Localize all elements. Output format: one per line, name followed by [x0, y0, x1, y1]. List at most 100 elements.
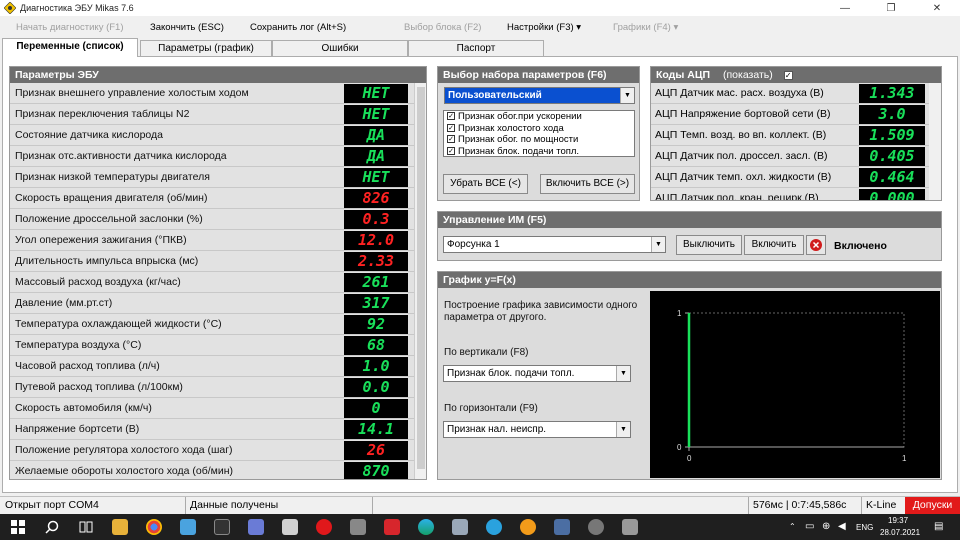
app-icon[interactable] — [248, 519, 264, 535]
parameter-row[interactable]: Напряжение бортсети (В) 14.1 — [10, 419, 416, 440]
restore-button[interactable]: ❐ — [868, 0, 914, 16]
network-icon[interactable]: ⊕ — [822, 521, 830, 532]
checkbox-icon[interactable]: ✓ — [447, 146, 455, 155]
parameter-row[interactable]: Температура охлаждающей жидкости (°С) 92 — [10, 314, 416, 335]
notifications-icon[interactable]: ▤ — [934, 521, 943, 532]
parameter-row[interactable]: Угол опережения зажигания (°ПКВ) 12.0 — [10, 230, 416, 251]
menu-start-diagnostics[interactable]: Начать диагностику (F1) — [16, 22, 124, 33]
parameter-row[interactable]: Положение регулятора холостого хода (шаг… — [10, 440, 416, 461]
parameter-name: Давление (мм.рт.ст) — [15, 297, 113, 309]
language-indicator[interactable]: ENG — [856, 523, 873, 532]
calculator-icon[interactable] — [452, 519, 468, 535]
battery-icon[interactable]: ▭ — [805, 521, 814, 532]
adc-row[interactable]: АЦП Датчик пол. кран. рецирк.(В) 0.000 — [651, 188, 931, 200]
adc-value: 0.405 — [859, 147, 925, 166]
parameter-row[interactable]: Скорость автомобиля (км/ч) 0 — [10, 398, 416, 419]
parameter-row[interactable]: Признак низкой температуры двигателя НЕТ — [10, 167, 416, 188]
edge-icon[interactable] — [418, 519, 434, 535]
checkbox-icon[interactable]: ✓ — [447, 112, 455, 121]
parameter-row[interactable]: Часовой расход топлива (л/ч) 1.0 — [10, 356, 416, 377]
menu-graphs[interactable]: Графики (F4) ▾ — [613, 22, 678, 33]
on-button[interactable]: Включить — [744, 235, 804, 255]
menu-finish[interactable]: Закончить (ESC) — [150, 22, 224, 33]
parameter-row[interactable]: Массовый расход воздуха (кг/час) 261 — [10, 272, 416, 293]
param-check-item[interactable]: ✓ Признак холостого хода — [444, 123, 634, 135]
parameter-row[interactable]: Желаемые обороты холостого хода (об/мин)… — [10, 461, 416, 479]
stop-icon[interactable] — [806, 235, 826, 255]
parameter-row[interactable]: Скорость вращения двигателя (об/мин) 826 — [10, 188, 416, 209]
param-set-select[interactable]: Пользовательский ▼ — [444, 87, 635, 104]
parameter-row[interactable]: Признак отс.активности датчика кислорода… — [10, 146, 416, 167]
menu-block-select[interactable]: Выбор блока (F2) — [404, 22, 481, 33]
tab-variables-list[interactable]: Переменные (список) — [2, 38, 138, 57]
vertical-select[interactable]: Признак блок. подачи топл. ▼ — [443, 365, 631, 382]
chevron-down-icon[interactable]: ▼ — [651, 237, 665, 252]
app-icon[interactable] — [622, 519, 638, 535]
off-button[interactable]: Выключить — [676, 235, 742, 255]
app-icon[interactable] — [554, 519, 570, 535]
horizontal-select[interactable]: Признак нал. неиспр. ▼ — [443, 421, 631, 438]
terminal-icon[interactable] — [214, 519, 230, 535]
app-icon[interactable] — [520, 519, 536, 535]
volume-icon[interactable]: ◀ — [838, 521, 846, 532]
status-alerts[interactable]: Допуски — [905, 497, 960, 515]
app-icon[interactable] — [350, 519, 366, 535]
parameter-name: Признак низкой температуры двигателя — [15, 171, 210, 183]
app-icon[interactable] — [282, 519, 298, 535]
menu-save-log[interactable]: Сохранить лог (Alt+S) — [250, 22, 346, 33]
adc-row[interactable]: АЦП Темп. возд. во вп. коллект. (В) 1.509 — [651, 125, 931, 146]
ecu-parameters-title: Параметры ЭБУ — [10, 67, 426, 83]
param-check-item[interactable]: ✓ Признак блок. подачи топл. — [444, 146, 634, 156]
parameter-row[interactable]: Давление (мм.рт.ст) 317 — [10, 293, 416, 314]
parameter-row[interactable]: Длительность импульса впрыска (мс) 2.33 — [10, 251, 416, 272]
adc-row[interactable]: АЦП Датчик мас. расх. воздуха (В) 1.343 — [651, 83, 931, 104]
chevron-down-icon[interactable]: ▼ — [616, 366, 630, 381]
parameter-row[interactable]: Путевой расход топлива (л/100км) 0.0 — [10, 377, 416, 398]
parameter-value: НЕТ — [344, 168, 408, 187]
checkbox-icon[interactable]: ✓ — [447, 135, 455, 144]
param-set-title: Выбор набора параметров (F6) — [438, 67, 639, 83]
parameter-row[interactable]: Признак внешнего управление холостым ход… — [10, 83, 416, 104]
parameter-row[interactable]: Положение дроссельной заслонки (%) 0.3 — [10, 209, 416, 230]
adc-row[interactable]: АЦП Напряжение бортовой сети (В) 3.0 — [651, 104, 931, 125]
anydesk-icon[interactable] — [384, 519, 400, 535]
adc-name: АЦП Темп. возд. во вп. коллект. (В) — [655, 129, 827, 141]
include-all-button[interactable]: Включить ВСЕ (>) — [540, 174, 635, 194]
scrollbar-thumb[interactable] — [417, 87, 425, 469]
opera-icon[interactable] — [316, 519, 332, 535]
parameter-row[interactable]: Признак переключения таблицы N2 НЕТ — [10, 104, 416, 125]
windows-start-icon[interactable] — [10, 519, 26, 535]
chevron-down-icon[interactable]: ▼ — [616, 422, 630, 437]
chevron-down-icon[interactable]: ▼ — [620, 88, 634, 103]
clock-date[interactable]: 28.07.2021 — [880, 528, 920, 537]
parameter-row[interactable]: Температура воздуха (°С) 68 — [10, 335, 416, 356]
close-button[interactable]: ✕ — [914, 0, 960, 16]
search-icon[interactable] — [44, 519, 60, 535]
parameter-row[interactable]: Состояние датчика кислорода ДА — [10, 125, 416, 146]
param-check-item[interactable]: ✓ Признак обог.при ускорении — [444, 111, 634, 123]
tab-parameters-graph[interactable]: Параметры (график) — [140, 40, 272, 57]
adc-row[interactable]: АЦП Датчик пол. дроссел. засл. (В) 0.405 — [651, 146, 931, 167]
actuator-state: Включено — [834, 240, 887, 252]
adc-show-checkbox[interactable]: ✓ — [783, 70, 793, 80]
actuator-select[interactable]: Форсунка 1 ▼ — [443, 236, 666, 253]
minimize-button[interactable]: — — [822, 0, 868, 16]
diagnostics-app-icon[interactable] — [588, 519, 604, 535]
task-view-icon[interactable] — [78, 519, 94, 535]
telegram-icon[interactable] — [486, 519, 502, 535]
adc-row[interactable]: АЦП Датчик темп. охл. жидкости (В) 0.464 — [651, 167, 931, 188]
parameters-scrollbar[interactable] — [414, 83, 426, 479]
remove-all-button[interactable]: Убрать ВСЕ (<) — [443, 174, 528, 194]
tab-errors[interactable]: Ошибки — [272, 40, 408, 57]
adc-scrollbar[interactable] — [929, 83, 941, 200]
checkbox-icon[interactable]: ✓ — [447, 123, 455, 132]
remote-desktop-icon[interactable] — [180, 519, 196, 535]
status-data: Данные получены — [190, 499, 279, 511]
chrome-icon[interactable] — [146, 519, 162, 535]
tab-passport[interactable]: Паспорт — [408, 40, 544, 57]
clock-time[interactable]: 19:37 — [888, 516, 908, 525]
menu-settings[interactable]: Настройки (F3) ▾ — [507, 22, 581, 33]
file-explorer-icon[interactable] — [112, 519, 128, 535]
param-check-item[interactable]: ✓ Признак обог. по мощности — [444, 134, 634, 146]
tray-chevron-icon[interactable]: ⌃ — [789, 522, 796, 531]
